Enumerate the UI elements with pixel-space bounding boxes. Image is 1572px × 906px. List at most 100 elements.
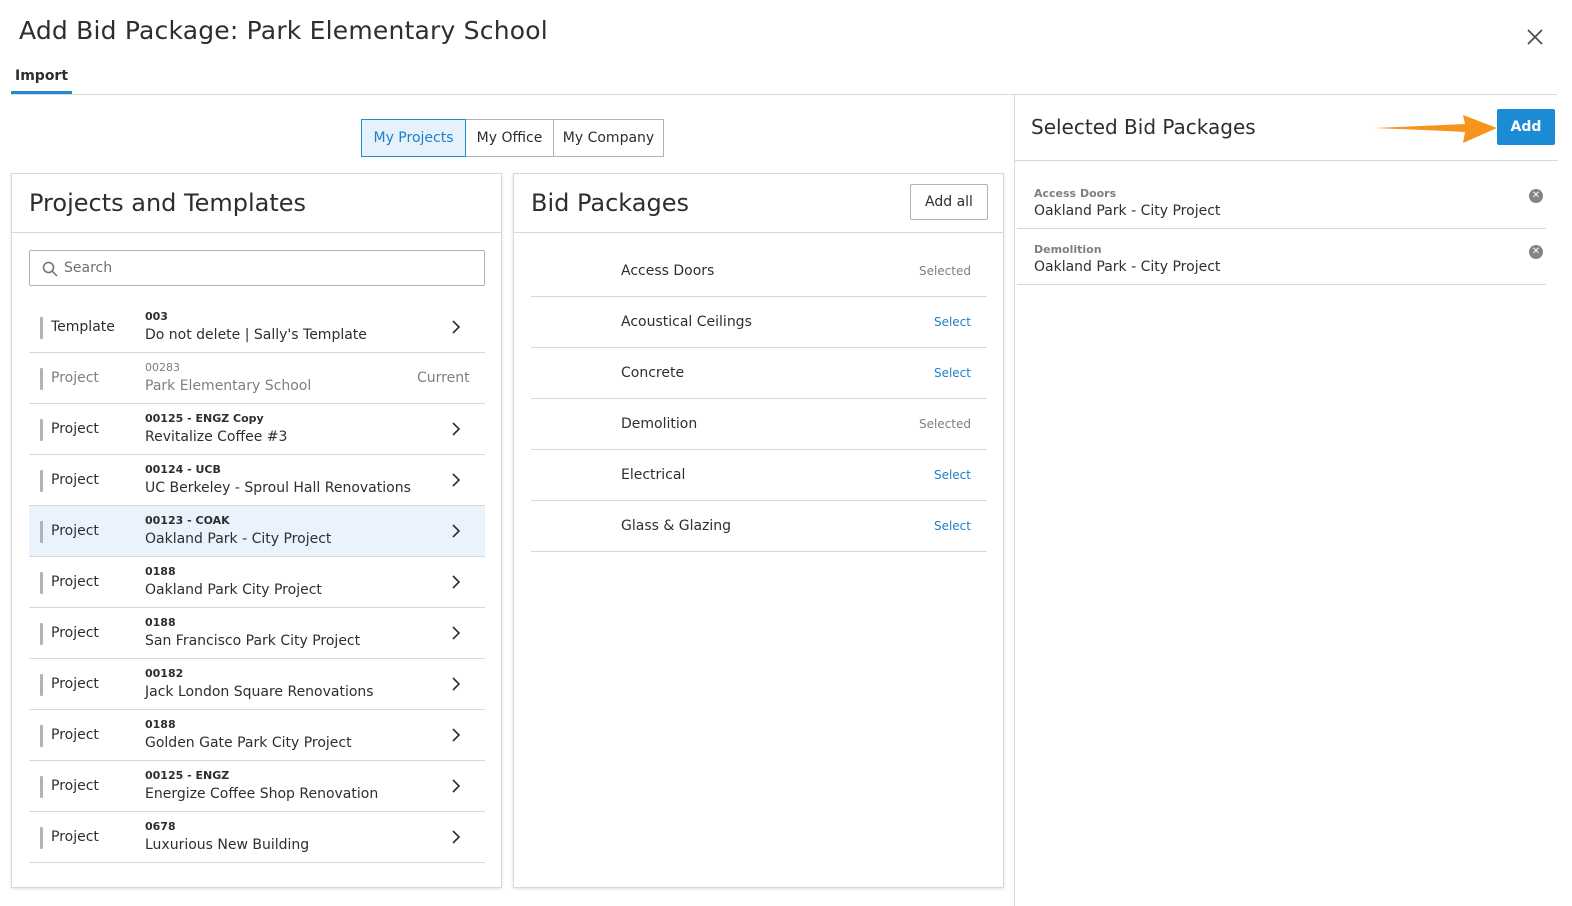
chevron-right-icon <box>452 728 461 742</box>
bid-package-row: Concrete Select <box>531 348 987 399</box>
row-indicator-bar <box>40 419 43 441</box>
row-indicator-bar <box>40 623 43 645</box>
bid-package-row: Access Doors Selected <box>531 246 987 297</box>
row-type: Project <box>51 727 99 743</box>
project-row[interactable]: Project 0188 San Francisco Park City Proje… <box>29 608 485 659</box>
dialog-title: Add Bid Package: Park Elementary School <box>19 16 548 45</box>
row-chevron[interactable] <box>449 522 463 540</box>
row-number: 00125 - ENGZ <box>145 769 230 782</box>
scope-my-office[interactable]: My Office <box>465 119 554 157</box>
project-row[interactable]: Project 00125 - ENGZ Energize Coffee Shop … <box>29 761 485 812</box>
selected-item-project: Oakland Park - City Project <box>1034 203 1221 219</box>
project-row[interactable]: Project 00123 - COAK Oakland Park - City P… <box>29 506 485 557</box>
selected-item-category: Demolition <box>1034 243 1102 256</box>
row-chevron[interactable] <box>449 675 463 693</box>
remove-circle-icon[interactable]: ✕ <box>1529 245 1543 259</box>
bid-package-name: Electrical <box>621 467 686 483</box>
row-type: Project <box>51 370 99 386</box>
chevron-right-icon <box>452 779 461 793</box>
row-indicator-bar <box>40 368 43 390</box>
row-chevron[interactable] <box>449 726 463 744</box>
search-input[interactable] <box>64 251 474 285</box>
project-row[interactable]: Project 00182 Jack London Square Renovatio… <box>29 659 485 710</box>
row-indicator-bar <box>40 776 43 798</box>
row-indicator-bar <box>40 572 43 594</box>
bid-packages-title: Bid Packages <box>531 189 689 217</box>
row-indicator-bar <box>40 725 43 747</box>
chevron-right-icon <box>452 575 461 589</box>
row-type: Project <box>51 472 99 488</box>
row-chevron[interactable] <box>449 318 463 336</box>
row-indicator-bar <box>40 827 43 849</box>
row-number: 00182 <box>145 667 184 680</box>
row-chevron[interactable] <box>449 573 463 591</box>
row-chevron[interactable] <box>449 471 463 489</box>
chevron-right-icon <box>452 473 461 487</box>
tab-bar: Import <box>11 60 1557 95</box>
search-icon <box>42 261 58 277</box>
row-name: Revitalize Coffee #3 <box>145 429 288 445</box>
project-row[interactable]: Project 0188 Golden Gate Park City Project <box>29 710 485 761</box>
selected-panel-title: Selected Bid Packages <box>1031 115 1256 139</box>
row-name: Oakland Park - City Project <box>145 531 332 547</box>
row-chevron[interactable] <box>449 624 463 642</box>
row-type: Project <box>51 778 99 794</box>
selected-item: Access Doors Oakland Park - City Project ✕ <box>1017 173 1546 229</box>
bid-package-name: Access Doors <box>621 263 715 279</box>
row-name: Jack London Square Renovations <box>145 684 374 700</box>
bid-package-row: Electrical Select <box>531 450 987 501</box>
row-type: Project <box>51 676 99 692</box>
row-type: Project <box>51 421 99 437</box>
row-number: 003 <box>145 310 168 323</box>
close-icon <box>1527 29 1543 45</box>
bid-package-name: Demolition <box>621 416 698 432</box>
project-row[interactable]: Project 0678 Luxurious New Building <box>29 812 485 863</box>
bid-package-name: Glass & Glazing <box>621 518 732 534</box>
selected-panel-header: Selected Bid Packages Add <box>1015 95 1558 161</box>
projects-panel: Projects and Templates Template 003 Do not… <box>11 173 502 888</box>
row-type: Project <box>51 829 99 845</box>
search-box <box>29 250 485 286</box>
chevron-right-icon <box>452 626 461 640</box>
selected-item: Demolition Oakland Park - City Project ✕ <box>1017 229 1546 285</box>
row-number: 0188 <box>145 616 176 629</box>
bid-package-name: Acoustical Ceilings <box>621 314 752 330</box>
row-number: 00283 <box>145 361 180 374</box>
row-number: 0678 <box>145 820 176 833</box>
scope-my-company[interactable]: My Company <box>553 119 664 157</box>
row-name: San Francisco Park City Project <box>145 633 361 649</box>
project-row[interactable]: Template 003 Do not delete | Sally's Templ… <box>29 302 485 353</box>
row-chevron[interactable] <box>449 420 463 438</box>
row-number: 0188 <box>145 565 176 578</box>
add-all-button[interactable]: Add all <box>910 184 988 220</box>
row-number: 00124 - UCB <box>145 463 221 476</box>
chevron-right-icon <box>452 320 461 334</box>
close-button[interactable] <box>1522 24 1548 50</box>
select-link[interactable]: Select <box>934 519 971 533</box>
row-status: Current <box>417 370 470 386</box>
select-link[interactable]: Select <box>934 366 971 380</box>
scope-my-projects[interactable]: My Projects <box>361 119 466 157</box>
bid-package-row: Acoustical Ceilings Select <box>531 297 987 348</box>
row-chevron[interactable] <box>449 777 463 795</box>
remove-circle-icon[interactable]: ✕ <box>1529 189 1543 203</box>
tab-import[interactable]: Import <box>11 68 73 94</box>
chevron-right-icon <box>452 524 461 538</box>
chevron-right-icon <box>452 422 461 436</box>
projects-panel-header: Projects and Templates <box>12 174 501 233</box>
selected-label: Selected <box>918 417 971 431</box>
row-indicator-bar <box>40 521 43 543</box>
select-link[interactable]: Select <box>934 468 971 482</box>
row-chevron[interactable] <box>449 828 463 846</box>
add-button[interactable]: Add <box>1497 109 1555 145</box>
row-type: Project <box>51 574 99 590</box>
project-row[interactable]: Project 0188 Oakland Park City Project <box>29 557 485 608</box>
row-name: Energize Coffee Shop Renovation <box>145 786 379 802</box>
project-row[interactable]: Project 00124 - UCB UC Berkeley - Sproul H… <box>29 455 485 506</box>
select-link[interactable]: Select <box>934 315 971 329</box>
row-name: Luxurious New Building <box>145 837 310 853</box>
row-name: Do not delete | Sally's Template <box>145 327 367 343</box>
project-row[interactable]: Project 00125 - ENGZ Copy Revitalize Coffe… <box>29 404 485 455</box>
bid-package-row: Glass & Glazing Select <box>531 501 987 552</box>
row-type: Template <box>51 319 115 335</box>
